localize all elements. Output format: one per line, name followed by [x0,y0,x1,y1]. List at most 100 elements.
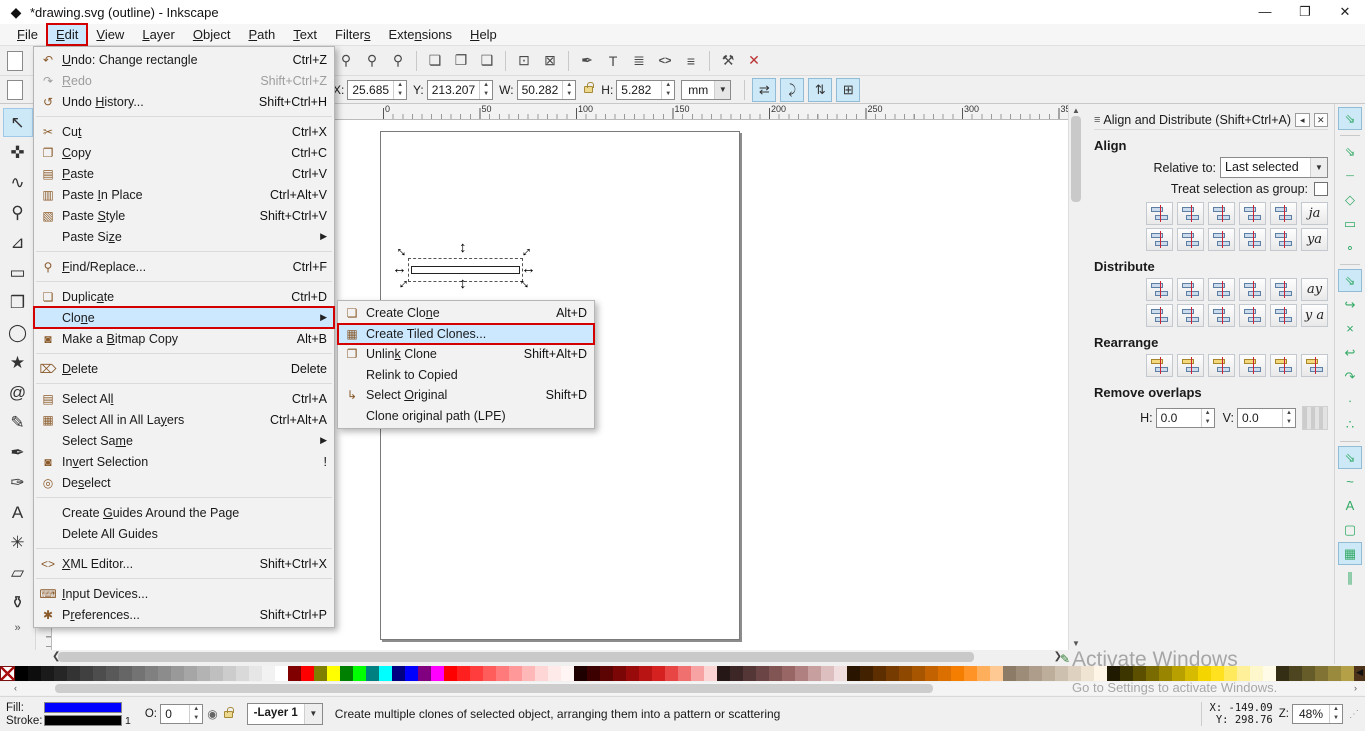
spinner-arrows[interactable]: ▲ ▼ [479,80,492,99]
vertical-scrollbar[interactable]: ▲ ▼ [1068,104,1082,650]
chevron-down-icon[interactable]: ▼ [303,704,322,724]
color-swatch[interactable] [236,666,249,681]
align-right-to-anchor-left-button[interactable] [1146,202,1173,225]
horizontal-scrollbar[interactable]: ❮ ❯ [36,650,1068,664]
text-baseline-distribute-vertical-button[interactable]: y a [1301,304,1328,327]
color-swatch[interactable] [1224,666,1237,681]
color-swatch[interactable] [1042,666,1055,681]
color-swatch[interactable] [80,666,93,681]
menuitem-select-all[interactable]: ▤ Select All Ctrl+A [34,388,334,409]
color-swatch[interactable] [1185,666,1198,681]
color-swatch[interactable] [54,666,67,681]
color-swatch[interactable] [821,666,834,681]
stroke-color-swatch[interactable] [44,715,122,726]
y-field-input[interactable]: 213.207 ▲ ▼ [426,79,494,100]
color-swatch[interactable] [106,666,119,681]
layer-visibility-icon[interactable]: ◉ [207,707,217,721]
snap-object-centers[interactable]: ∴ [1338,413,1362,436]
menu-layer[interactable]: Layer [133,24,184,45]
snap-smooth-nodes[interactable]: ↷ [1338,365,1362,388]
color-swatch[interactable] [743,666,756,681]
menuitem-clone[interactable]: Clone ▶ [33,306,335,329]
input-devices-icon[interactable]: ⚒ [716,49,740,73]
spinner-arrows[interactable]: ▲ ▼ [1329,705,1342,723]
selected-rectangle[interactable] [411,266,520,274]
align-left-to-anchor-right-button[interactable] [1270,202,1297,225]
distribute-equal-vertical-gaps-button[interactable] [1239,304,1266,327]
snap-text-baselines[interactable]: A [1338,494,1362,517]
color-swatch[interactable] [613,666,626,681]
menuitem-undo-history[interactable]: ↺ Undo History... Shift+Ctrl+H [34,91,334,112]
color-swatch[interactable] [912,666,925,681]
color-swatch[interactable] [171,666,184,681]
selection-scale-handle[interactable]: ↕ [459,276,467,291]
color-swatch[interactable] [93,666,106,681]
color-swatch[interactable] [626,666,639,681]
snap-guides[interactable]: ∥ [1338,566,1362,589]
menu-object[interactable]: Object [184,24,240,45]
distribute-left-edges-button[interactable] [1146,278,1173,301]
color-swatch[interactable] [899,666,912,681]
color-swatch[interactable] [379,666,392,681]
color-swatch[interactable] [522,666,535,681]
color-swatch[interactable] [535,666,548,681]
color-swatch[interactable] [1315,666,1328,681]
resize-grip[interactable]: ⋰ [1349,709,1359,720]
opacity-spinner[interactable]: 0 ▲ ▼ [160,704,204,724]
menu-path[interactable]: Path [239,24,284,45]
graph-layout-button[interactable] [1146,354,1173,377]
pen-tool[interactable]: ✒ [3,438,33,467]
palette-scrollbar[interactable]: ‹ › [0,682,1365,695]
new-document-icon[interactable] [7,50,23,71]
color-swatch[interactable] [158,666,171,681]
randomize-centers-button[interactable] [1270,354,1297,377]
color-swatch[interactable] [548,666,561,681]
h-field-input[interactable]: 5.282 ▲ ▼ [616,79,676,100]
color-swatch[interactable] [1263,666,1276,681]
palette-scroll-left-icon[interactable]: ‹ [14,682,17,695]
snap-rotation-centers[interactable]: ~ [1338,470,1362,493]
submenuitem-clone-original-path-lpe[interactable]: Clone original path (LPE) [338,406,594,427]
color-swatch[interactable] [405,666,418,681]
menuitem-deselect[interactable]: ◎ Deselect [34,472,334,493]
palette-scroll-right-icon[interactable]: › [1354,682,1357,695]
zoom-spinner[interactable]: 48% ▲ ▼ [1292,704,1343,724]
color-swatch[interactable] [1055,666,1068,681]
cleanup-document-icon[interactable]: ✕ [742,49,766,73]
scroll-down-icon[interactable]: ▼ [1069,639,1083,648]
color-swatch[interactable] [15,666,28,681]
color-swatch[interactable] [756,666,769,681]
distribute-centers-vertically-button[interactable] [1177,304,1204,327]
snap-bounding-box[interactable]: ⇘ [1338,140,1362,163]
color-swatch[interactable] [769,666,782,681]
ungroup-icon[interactable]: ⊠ [538,49,562,73]
unclump-button[interactable] [1301,354,1328,377]
color-swatch[interactable] [678,666,691,681]
menuitem-make-a-bitmap-copy[interactable]: ◙ Make a Bitmap Copy Alt+B [34,328,334,349]
snap-nodes[interactable]: ⇘ [1338,269,1362,292]
submenuitem-create-clone[interactable]: ❏ Create Clone Alt+D [338,303,594,324]
distribute-equal-horizontal-gaps-button[interactable] [1239,278,1266,301]
panel-close-button[interactable]: ✕ [1313,112,1328,127]
submenuitem-unlink-clone[interactable]: ❐ Unlink Clone Shift+Alt+D [338,344,594,365]
snap-line-midpoints[interactable]: ∙ [1338,389,1362,412]
menuitem-preferences[interactable]: ✱ Preferences... Shift+Ctrl+P [34,604,334,625]
color-swatch[interactable] [730,666,743,681]
color-swatch[interactable] [1146,666,1159,681]
color-swatch[interactable] [418,666,431,681]
snap-bbox-centers[interactable]: ∘ [1338,236,1362,259]
pencil-tool[interactable]: ✎ [3,408,33,437]
color-swatch[interactable] [340,666,353,681]
color-swatch[interactable] [288,666,301,681]
menuitem-delete-all-guides[interactable]: Delete All Guides [34,523,334,544]
color-swatch[interactable] [483,666,496,681]
color-swatch[interactable] [704,666,717,681]
menu-extensions[interactable]: Extensions [379,24,461,45]
color-swatch[interactable] [275,666,288,681]
zoom-page-icon[interactable]: ⚲ [386,49,410,73]
layers-icon[interactable]: ≣ [627,49,651,73]
selection-scale-handle[interactable]: ↕ [459,240,467,255]
color-swatch[interactable] [925,666,938,681]
text-anchor-distribute-horizontal-button[interactable]: ay [1301,278,1328,301]
snap-enable[interactable]: ⇘ [1338,107,1362,130]
